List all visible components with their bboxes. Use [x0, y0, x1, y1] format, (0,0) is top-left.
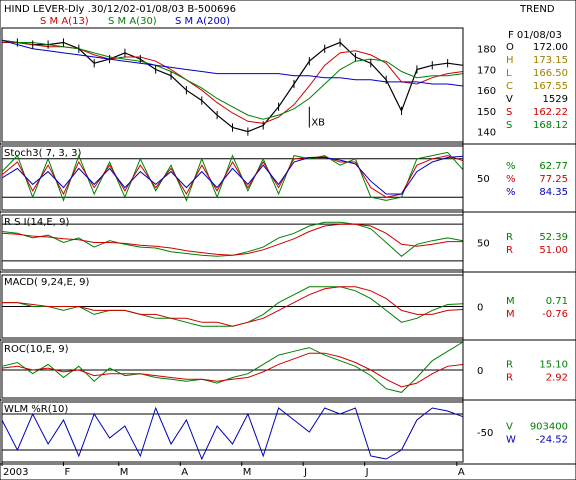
- legend-sma30: S M A(30): [108, 16, 157, 27]
- readout-key-price-6: S: [506, 120, 512, 131]
- annotation-xb: XB: [311, 117, 325, 128]
- readout-value-roc-0: 15.10: [539, 360, 568, 371]
- readout-key-roc-0: R: [506, 360, 513, 371]
- readout-key-wlm-1: W: [506, 435, 516, 446]
- readout-value-price-0: 172.00: [533, 42, 568, 53]
- readout-key-stoch-1: %: [506, 174, 516, 185]
- readout-value-stoch-2: 84.35: [539, 187, 568, 198]
- readout-value-roc-1: 2.92: [546, 373, 568, 384]
- readout-key-price-0: O: [506, 42, 514, 53]
- legend-sma200: S M A(200): [175, 16, 230, 27]
- ytick-price-0: 140: [477, 128, 496, 139]
- readout-value-price-5: 162.22: [533, 107, 568, 118]
- readout-key-macd-0: M: [506, 296, 515, 307]
- readout-value-macd-1: -0.76: [542, 309, 568, 320]
- readout-key-price-4: V: [506, 94, 513, 105]
- xtick-6: J: [365, 467, 369, 478]
- readout-key-wlm-0: V: [506, 422, 513, 433]
- price-legend: S M A(13) S M A(30) S M A(200): [40, 16, 230, 27]
- panel-title-macd: MACD( 9,24,E, 9): [4, 277, 90, 288]
- readout-key-rsi-1: R: [506, 245, 513, 256]
- readout-date: F 01/08/03: [508, 30, 562, 41]
- xtick-7: A: [458, 467, 465, 478]
- xtick-0: 2003: [3, 467, 28, 478]
- readout-value-stoch-1: 77.25: [539, 174, 568, 185]
- xtick-3: A: [181, 467, 188, 478]
- ytick-rsi-0: 50: [477, 239, 490, 250]
- panel-title-roc: ROC(10,E, 9): [4, 344, 69, 355]
- xtick-2: M: [120, 467, 129, 478]
- chart-root: HIND LEVER-Dly .30/12/02-01/08/03 B-5006…: [0, 0, 576, 480]
- readout-key-stoch-2: %: [506, 187, 516, 198]
- readout-value-price-6: 168.12: [533, 120, 568, 131]
- xtick-1: F: [64, 467, 70, 478]
- ytick-price-3: 170: [477, 65, 496, 76]
- readout-key-price-3: C: [506, 81, 513, 92]
- readout-value-price-3: 167.55: [533, 81, 568, 92]
- readout-value-wlm-0: 903400: [530, 422, 568, 433]
- ytick-wlm-0: -50: [477, 428, 493, 439]
- legend-sma13: S M A(13): [40, 16, 89, 27]
- readout-key-rsi-0: R: [506, 232, 513, 243]
- readout-value-price-4: 1529: [543, 94, 568, 105]
- readout-value-rsi-1: 51.00: [539, 245, 568, 256]
- panel-title-rsi: R S I(14,E, 9): [4, 217, 69, 228]
- panel-title-wlm: WLM %R(10): [4, 404, 68, 415]
- readout-value-stoch-0: 62.77: [539, 161, 568, 172]
- ytick-price-1: 150: [477, 107, 496, 118]
- ytick-price-4: 180: [477, 45, 496, 56]
- ytick-roc-0: 0: [477, 366, 483, 377]
- xtick-4: M: [243, 467, 252, 478]
- readout-value-wlm-1: -24.52: [536, 435, 568, 446]
- readout-value-price-1: 173.15: [533, 55, 568, 66]
- readout-key-stoch-0: %: [506, 161, 516, 172]
- readout-value-rsi-0: 52.39: [539, 232, 568, 243]
- chart-title: HIND LEVER-Dly .30/12/02-01/08/03 B-5006…: [4, 4, 236, 15]
- ytick-price-2: 160: [477, 86, 496, 97]
- readout-key-price-2: L: [506, 68, 512, 79]
- xtick-5: J: [303, 467, 307, 478]
- ytick-macd-0: 0: [477, 303, 483, 314]
- readout-key-macd-1: M: [506, 309, 515, 320]
- readout-value-price-2: 166.50: [533, 68, 568, 79]
- ytick-stoch-0: 50: [477, 174, 490, 185]
- readout-value-macd-0: 0.71: [546, 296, 568, 307]
- readout-key-price-5: S: [506, 107, 512, 118]
- readout-key-price-1: H: [506, 55, 514, 66]
- trend-label: TREND: [519, 4, 555, 15]
- readout-key-roc-1: R: [506, 373, 513, 384]
